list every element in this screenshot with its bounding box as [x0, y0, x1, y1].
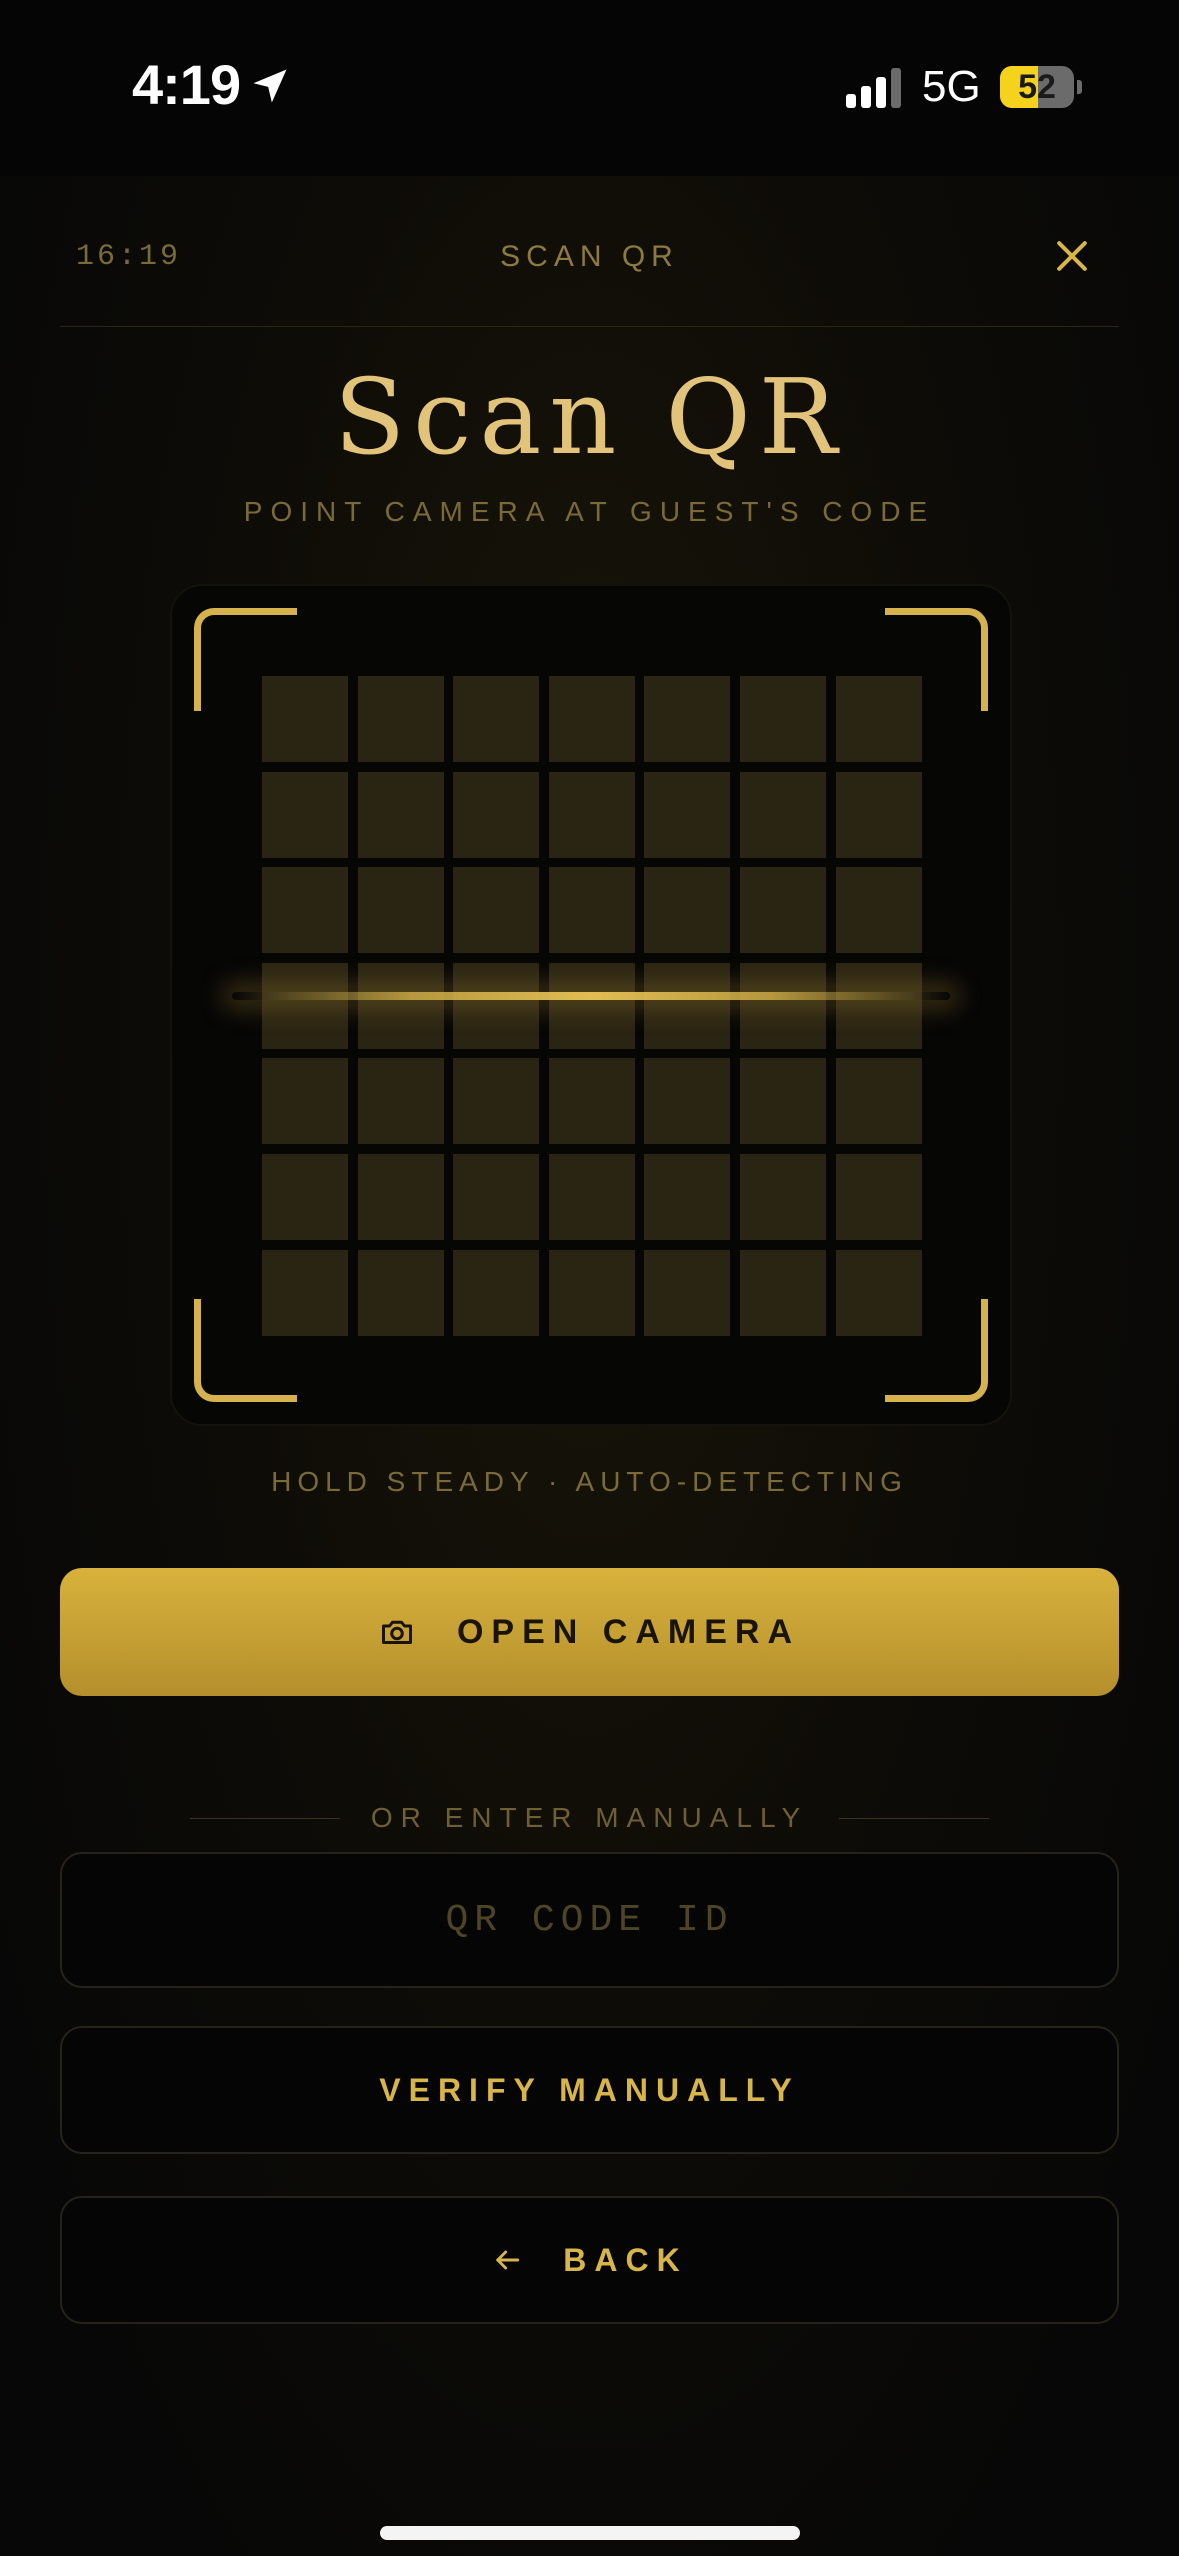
- page-subtitle: POINT CAMERA AT GUEST'S CODE: [243, 496, 936, 527]
- scanner-hint: HOLD STEADY · AUTO-DETECTING: [271, 1466, 908, 1497]
- qr-grid-cell: [453, 867, 540, 954]
- qr-grid-cell: [644, 1249, 731, 1336]
- battery-level: 52: [1018, 68, 1056, 106]
- status-bar: 4:19 5G 52: [0, 0, 1179, 176]
- back-label: BACK: [563, 2241, 688, 2278]
- qr-grid-cell: [548, 962, 635, 1049]
- scan-line: [232, 992, 950, 1000]
- battery-charging-icon: 52: [1000, 66, 1082, 108]
- verify-manually-button[interactable]: VERIFY MANUALLY: [60, 2026, 1119, 2154]
- qr-grid-cell: [453, 676, 540, 762]
- status-time: 4:19: [132, 53, 241, 116]
- qr-grid-cell: [357, 1058, 444, 1145]
- qr-grid-cell: [357, 771, 444, 858]
- qr-grid-cell: [548, 1249, 635, 1336]
- open-camera-button[interactable]: OPEN CAMERA: [60, 1568, 1119, 1696]
- qr-grid-cell: [740, 1249, 826, 1336]
- divider-label: OR ENTER MANUALLY: [370, 1802, 809, 1833]
- qr-grid-cell: [740, 1154, 826, 1240]
- qr-grid-cell: [262, 1154, 348, 1240]
- qr-grid-cell: [548, 1154, 635, 1240]
- qr-grid-cell: [262, 771, 348, 858]
- cellular-signal-icon: [846, 68, 901, 108]
- viewfinder-corner-top-left: [194, 608, 297, 711]
- qr-grid-cell: [262, 962, 348, 1049]
- qr-grid-cell: [644, 676, 731, 762]
- qr-grid-cell: [644, 1154, 731, 1240]
- viewfinder-corner-bottom-right: [885, 1299, 988, 1402]
- location-arrow-icon: [253, 69, 287, 103]
- qr-grid-cell: [644, 1058, 731, 1145]
- qr-grid-cell: [835, 1058, 922, 1145]
- page-title: Scan QR: [333, 356, 846, 478]
- qr-grid-cell: [548, 771, 635, 858]
- qr-grid-cell: [548, 867, 635, 954]
- qr-code-id-input[interactable]: [60, 1852, 1119, 1988]
- viewfinder-corner-top-right: [885, 608, 988, 711]
- camera-icon: [381, 1620, 412, 1644]
- qr-grid-cell: [740, 676, 826, 762]
- close-icon[interactable]: [1050, 234, 1094, 278]
- qr-grid-cell: [644, 771, 731, 858]
- qr-preview-grid: [262, 676, 922, 1336]
- qr-grid-cell: [453, 1249, 540, 1336]
- qr-grid-cell: [548, 676, 635, 762]
- qr-scanner-viewfinder[interactable]: [170, 584, 1012, 1426]
- qr-grid-cell: [357, 962, 444, 1049]
- home-indicator[interactable]: [380, 2526, 800, 2540]
- qr-grid-cell: [740, 962, 826, 1049]
- back-button[interactable]: BACK: [60, 2196, 1119, 2324]
- arrow-left-icon: [496, 2250, 520, 2270]
- qr-grid-cell: [835, 962, 922, 1049]
- qr-grid-cell: [453, 771, 540, 858]
- qr-grid-cell: [357, 1154, 444, 1240]
- qr-grid-cell: [740, 1058, 826, 1145]
- qr-grid-cell: [835, 1154, 922, 1240]
- qr-grid-cell: [357, 676, 444, 762]
- qr-grid-cell: [644, 962, 731, 1049]
- network-type: 5G: [922, 62, 981, 111]
- verify-manually-label: VERIFY MANUALLY: [379, 2071, 800, 2108]
- qr-grid-cell: [453, 1058, 540, 1145]
- qr-grid-cell: [835, 867, 922, 954]
- qr-grid-cell: [835, 771, 922, 858]
- viewfinder-corner-bottom-left: [194, 1299, 297, 1402]
- qr-grid-cell: [548, 1058, 635, 1145]
- top-bar: 16:19 SCAN QR: [60, 176, 1119, 327]
- qr-grid-cell: [644, 867, 731, 954]
- qr-grid-cell: [453, 962, 540, 1049]
- qr-grid-cell: [357, 1249, 444, 1336]
- qr-grid-cell: [740, 867, 826, 954]
- open-camera-label: OPEN CAMERA: [456, 1612, 801, 1651]
- qr-grid-cell: [357, 867, 444, 954]
- header-title: SCAN QR: [500, 240, 679, 273]
- qr-grid-cell: [262, 1058, 348, 1145]
- qr-grid-cell: [740, 771, 826, 858]
- qr-grid-cell: [453, 1154, 540, 1240]
- scan-qr-screen: 16:19 SCAN QR Scan QR POINT CAMERA AT GU…: [0, 176, 1179, 2556]
- manual-entry-divider: OR ENTER MANUALLY: [0, 1798, 1179, 1838]
- qr-grid-cell: [262, 867, 348, 954]
